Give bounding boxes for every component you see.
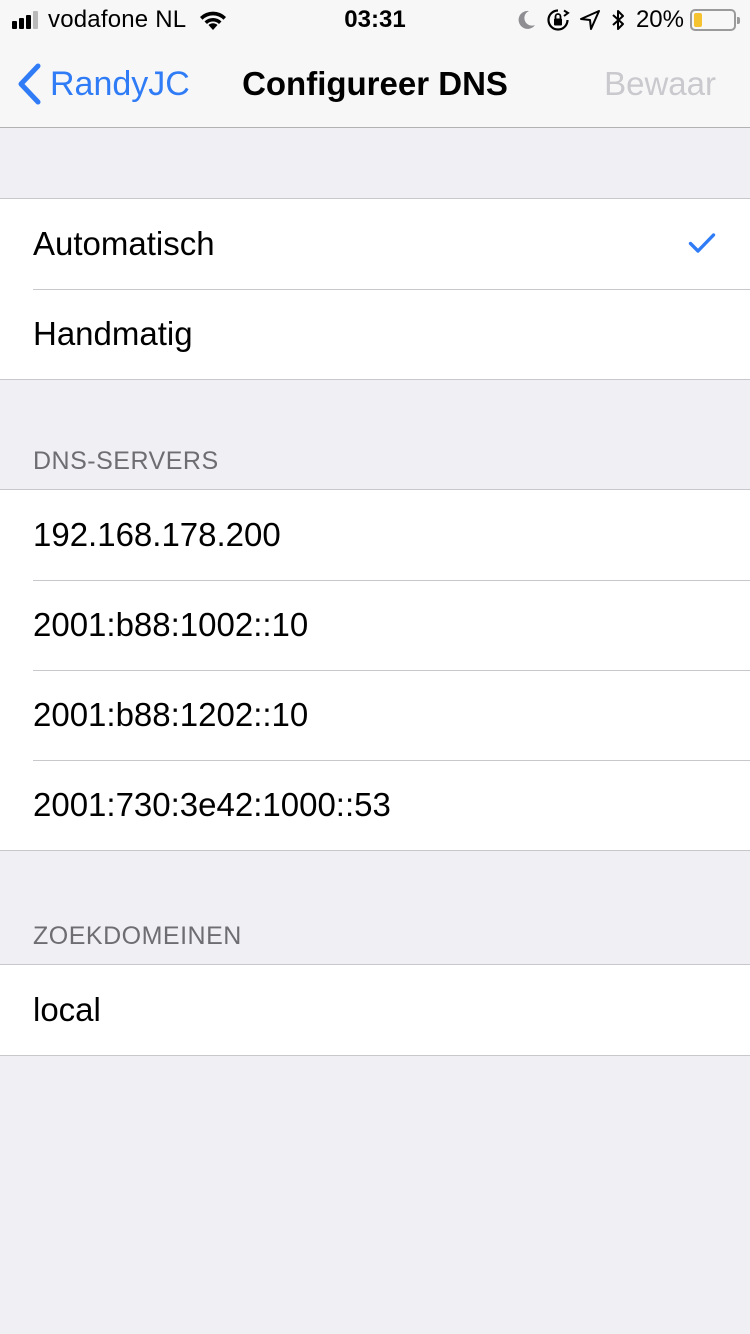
status-bar: vodafone NL 03:31 20% (0, 0, 750, 40)
battery-icon (690, 9, 740, 31)
search-domains-group: local (0, 964, 750, 1056)
dns-server-address: 2001:730:3e42:1000::53 (33, 786, 391, 823)
option-automatic[interactable]: Automatisch (0, 199, 750, 289)
status-right: 20% (518, 6, 740, 34)
dns-server-row[interactable]: 2001:730:3e42:1000::53 (0, 760, 750, 850)
dns-server-address: 2001:b88:1202::10 (33, 696, 309, 733)
search-domain-row[interactable]: local (0, 965, 750, 1055)
dns-servers-group: 192.168.178.200 2001:b88:1002::10 2001:b… (0, 489, 750, 851)
dns-server-row[interactable]: 2001:b88:1002::10 (0, 580, 750, 670)
search-domain-value: local (33, 991, 101, 1028)
dns-server-row[interactable]: 192.168.178.200 (0, 490, 750, 580)
navigation-bar: RandyJC Configureer DNS Bewaar (0, 40, 750, 128)
section-header-search-domains: ZOEKDOMEINEN (33, 922, 242, 950)
save-button[interactable]: Bewaar (604, 64, 716, 104)
battery-fill (694, 13, 702, 27)
dns-server-address: 192.168.178.200 (33, 516, 281, 553)
dns-mode-group: Automatisch Handmatig (0, 198, 750, 380)
option-label: Automatisch (33, 225, 215, 262)
dns-server-address: 2001:b88:1002::10 (33, 606, 309, 643)
dns-server-row[interactable]: 2001:b88:1202::10 (0, 670, 750, 760)
battery-percent: 20% (635, 6, 684, 33)
option-manual[interactable]: Handmatig (0, 289, 750, 379)
section-header-dns-servers: DNS-SERVERS (33, 447, 219, 475)
option-label: Handmatig (33, 315, 193, 352)
moon-icon (518, 10, 535, 29)
bluetooth-icon (612, 10, 624, 30)
location-icon (579, 10, 600, 30)
rotation-lock-icon (547, 9, 570, 31)
checkmark-icon (688, 233, 716, 253)
